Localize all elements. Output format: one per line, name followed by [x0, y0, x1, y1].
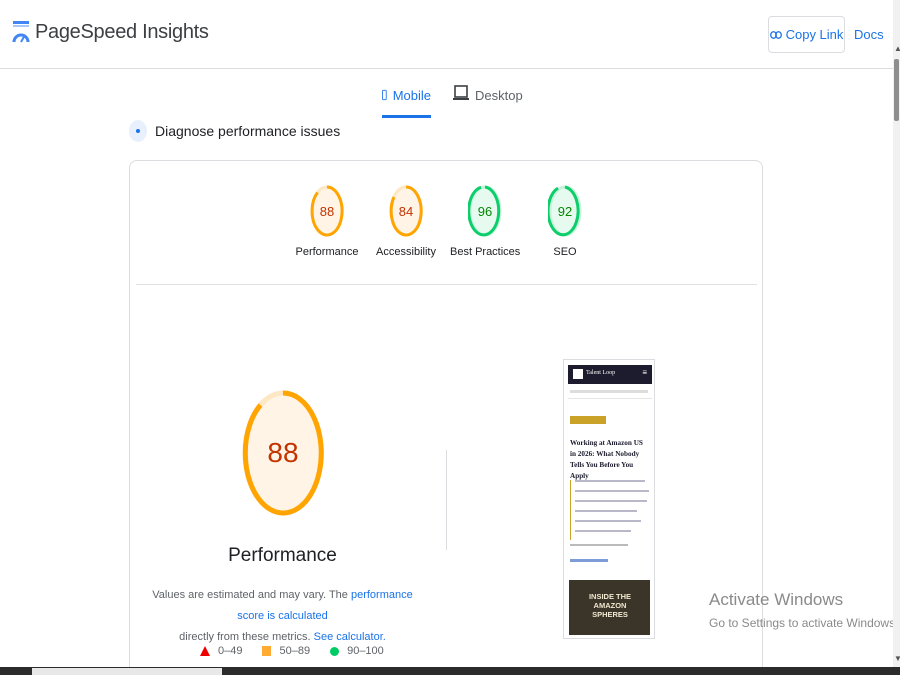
triangle-icon [200, 646, 210, 656]
app-title: PageSpeed Insights [35, 21, 209, 43]
thumbnail-meta [570, 544, 628, 546]
accessibility-gauge-icon: 84 [389, 185, 423, 237]
seo-score-value: 92 [558, 204, 572, 219]
diagnose-icon [129, 120, 147, 142]
performance-large-score: 88 [267, 437, 298, 468]
thumbnail-link [570, 559, 608, 562]
tab-mobile-label: Mobile [392, 88, 431, 103]
note-prefix: Values are estimated and may vary. The [152, 589, 351, 601]
accessibility-score-value: 84 [399, 204, 413, 219]
taskbar-window[interactable] [32, 668, 222, 675]
smartphone-icon [382, 89, 387, 101]
performance-gauge-icon: 88 [310, 185, 344, 237]
vertical-divider [446, 450, 447, 550]
section-divider [136, 284, 757, 285]
performance-note: Values are estimated and may vary. The p… [150, 585, 415, 648]
pagespeed-logo-icon [12, 21, 30, 43]
legend-fail: 0–49 [200, 645, 242, 657]
legend-pass-range: 90–100 [347, 645, 384, 657]
copy-link-button[interactable]: Copy Link [768, 16, 845, 53]
note-middle: directly from these metrics. [179, 631, 311, 643]
tab-desktop-label: Desktop [475, 88, 523, 103]
performance-score-label: Performance [295, 246, 359, 258]
tab-desktop[interactable]: Desktop [453, 84, 523, 118]
accessibility-score-label: Accessibility [376, 246, 436, 258]
top-header: PageSpeed Insights Copy Link Docs [0, 0, 893, 69]
legend-fail-range: 0–49 [218, 645, 243, 657]
copy-link-label: Copy Link [785, 27, 844, 42]
thumbnail-headline: Working at Amazon US in 2026: What Nobod… [570, 439, 643, 480]
docs-link[interactable]: Docs [854, 27, 884, 42]
score-accessibility[interactable]: 84 Accessibility [371, 185, 441, 258]
best-practices-score-value: 96 [478, 204, 492, 219]
see-calculator-link[interactable]: See calculator. [314, 631, 386, 643]
page-screenshot-thumbnail: Talent Loop ≡ Working at Amazon US in 20… [563, 359, 655, 639]
thumbnail-excerpt [570, 480, 650, 540]
hamburger-menu-icon: ≡ [642, 368, 647, 377]
thumbnail-category-badge [570, 416, 606, 424]
seo-score-label: SEO [553, 246, 577, 258]
link-icon [769, 30, 782, 39]
scroll-down-arrow-icon[interactable]: ▼ [894, 654, 900, 663]
scrollbar-thumb[interactable] [894, 59, 899, 121]
thumbnail-navbar: Talent Loop ≡ [568, 365, 652, 384]
score-best-practices[interactable]: 96 Best Practices [450, 185, 520, 258]
diagnose-title: Diagnose performance issues [155, 123, 341, 139]
thumbnail-brand: Talent Loop [586, 370, 616, 376]
activate-windows-subtitle: Go to Settings to activate Windows. [709, 616, 899, 630]
score-performance[interactable]: 88 Performance [292, 185, 362, 258]
circle-icon [330, 646, 340, 656]
legend-average-range: 50–89 [279, 645, 311, 657]
best-practices-score-label: Best Practices [450, 246, 521, 258]
best-practices-gauge-icon: 96 [468, 185, 502, 237]
thumbnail-separator [568, 398, 652, 399]
seo-gauge-icon: 92 [548, 185, 582, 237]
thumbnail-image-caption: INSIDE THE AMAZON SPHERES [588, 592, 632, 619]
activate-windows-title: Activate Windows [709, 590, 844, 609]
thumbnail-article-image: INSIDE THE AMAZON SPHERES [569, 580, 650, 635]
scroll-up-arrow-icon[interactable]: ▲ [894, 44, 900, 53]
score-seo[interactable]: 92 SEO [530, 185, 600, 258]
thumbnail-breadcrumb [570, 390, 648, 393]
performance-heading: Performance [228, 545, 337, 566]
performance-large-gauge-icon: 88 [242, 390, 324, 516]
legend-pass: 90–100 [330, 645, 384, 657]
score-legend: 0–49 50–89 90–100 [200, 645, 404, 657]
tab-mobile[interactable]: Mobile [382, 84, 431, 118]
laptop-icon [453, 85, 469, 100]
thumbnail-logo-icon [573, 369, 583, 379]
performance-score-value: 88 [320, 204, 334, 219]
square-icon [262, 646, 272, 656]
legend-average: 50–89 [262, 645, 310, 657]
